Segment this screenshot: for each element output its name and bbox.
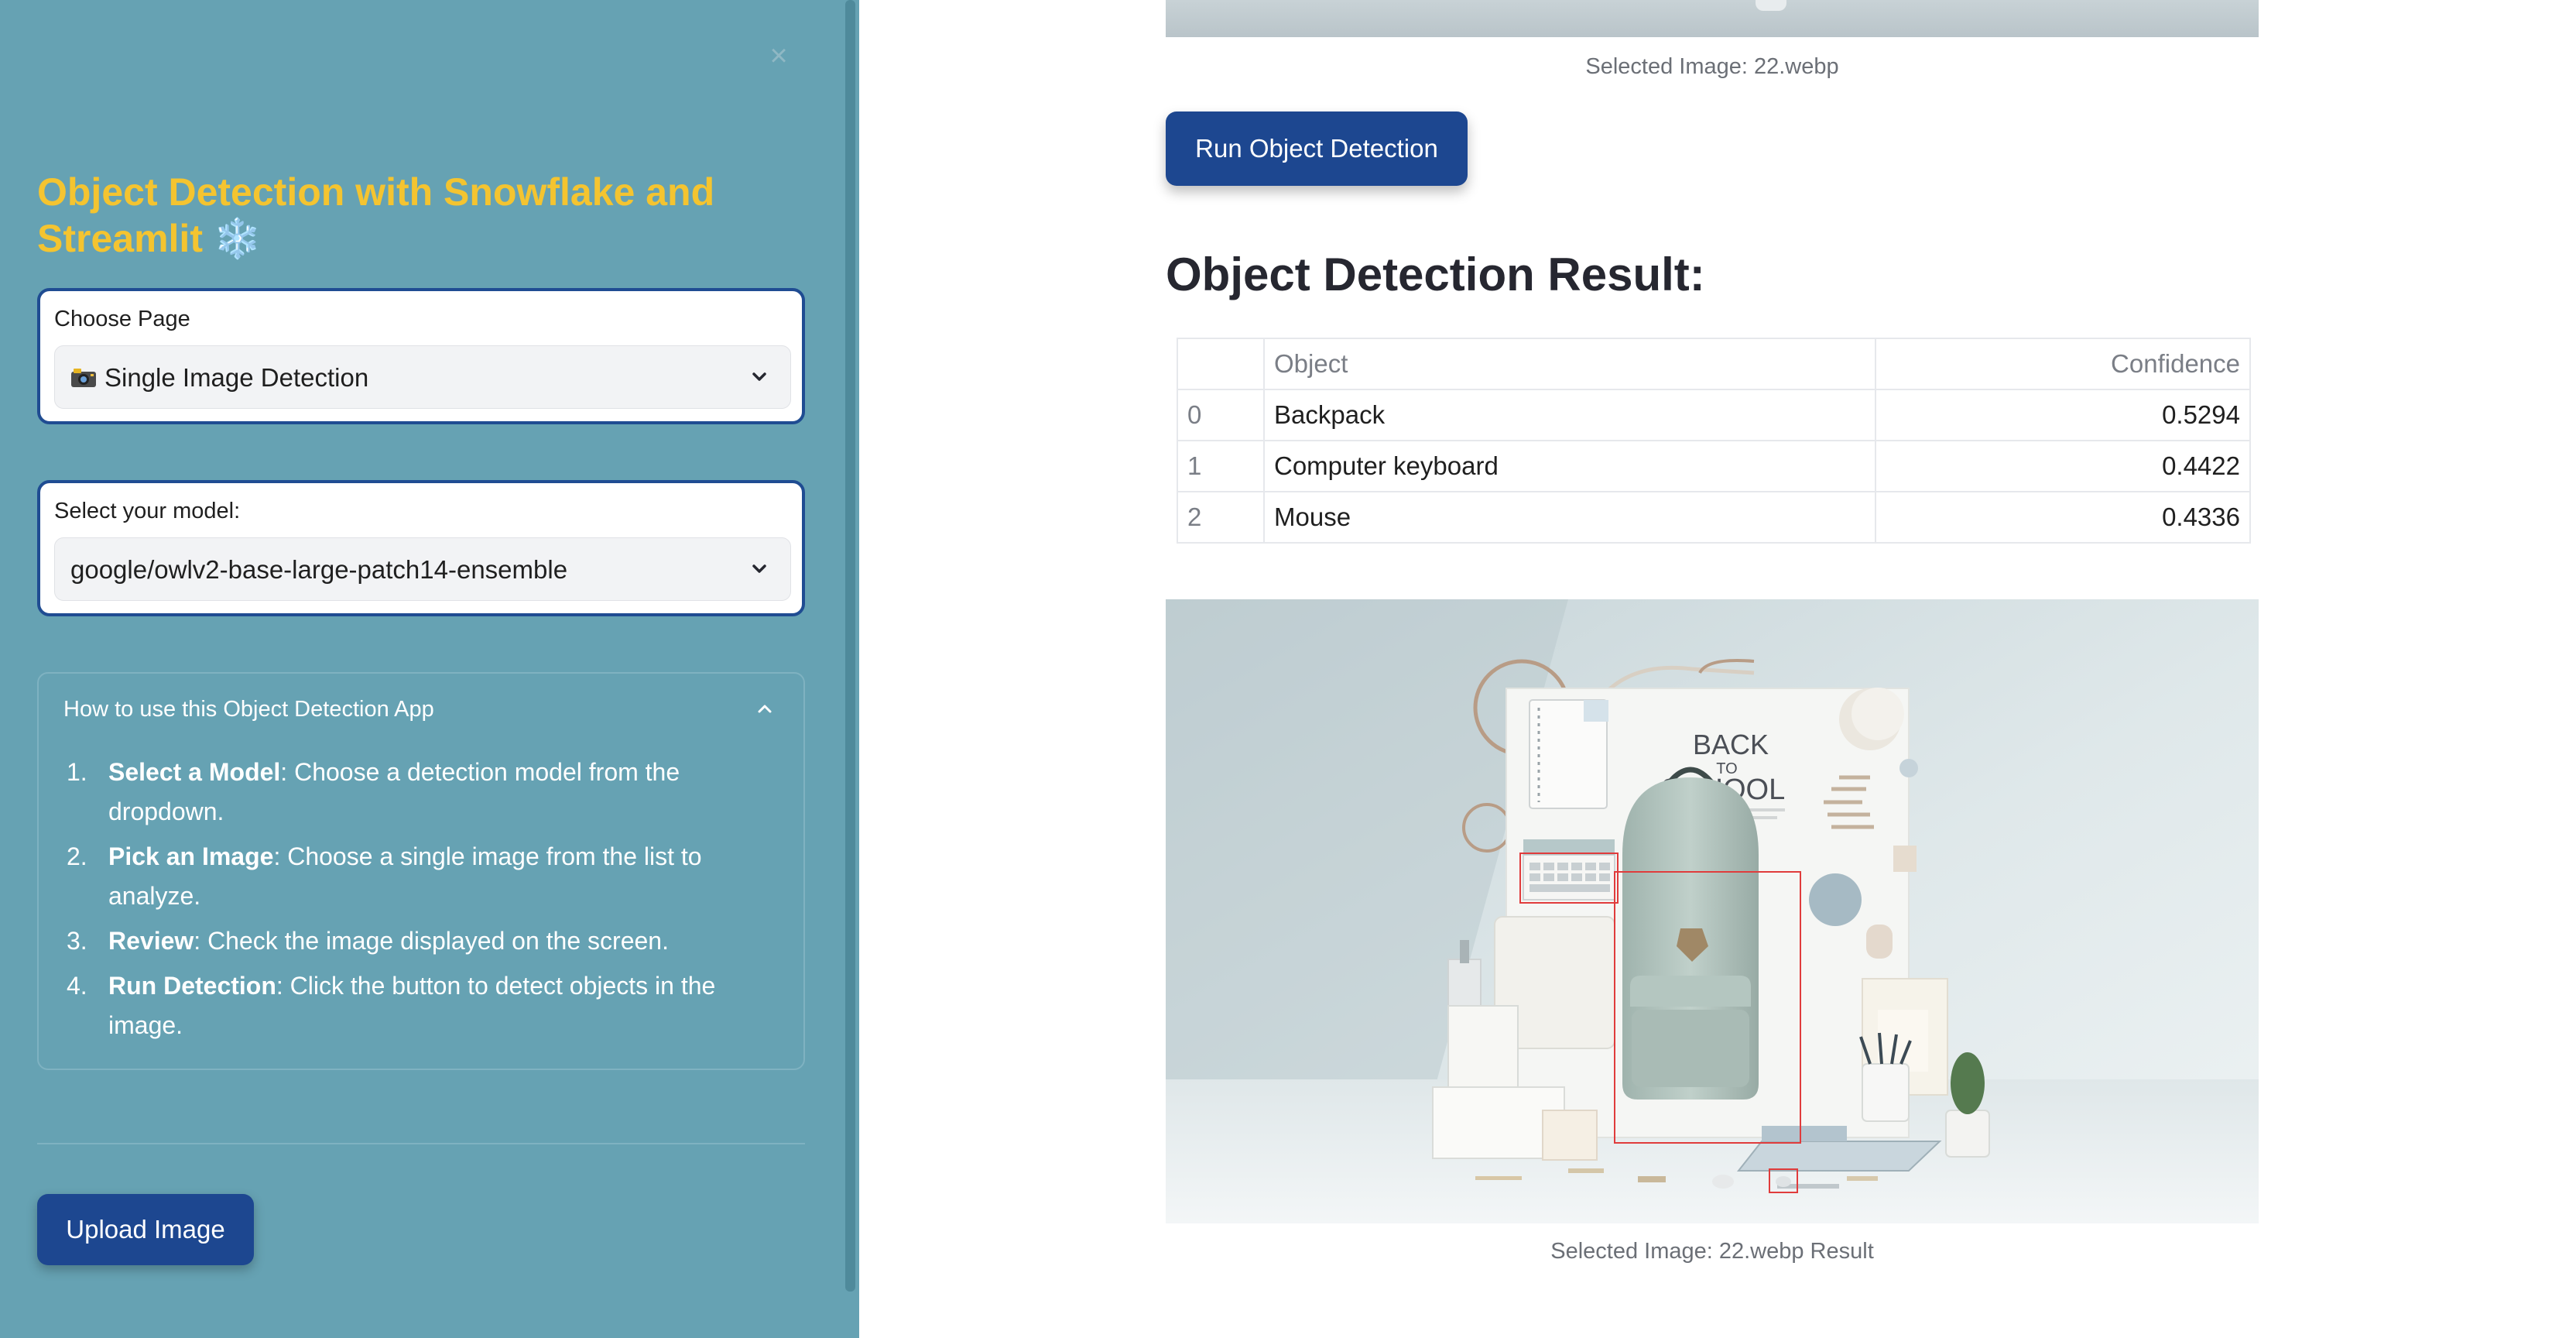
poster-text-back: BACK [1693, 729, 1769, 760]
howto-step: 2. Pick an Image: Choose a single image … [39, 837, 766, 916]
table-row: 2 Mouse 0.4336 [1177, 491, 2251, 544]
table-header-row: Object Confidence [1177, 338, 2251, 390]
step-text-cont: dropdown. [108, 798, 224, 825]
step-text-cont: analyze. [108, 882, 201, 910]
image-detail [1756, 0, 1786, 11]
column-header-object[interactable]: Object [1263, 338, 1876, 390]
choose-page-select[interactable]: Single Image Detection [54, 345, 791, 409]
chevron-up-icon[interactable] [752, 698, 777, 720]
howto-expander: How to use this Object Detection App 1. … [37, 672, 805, 1070]
choose-page-value-text: Single Image Detection [104, 363, 369, 392]
step-text: : Choose a detection model from the [280, 758, 680, 786]
close-icon[interactable]: × [765, 40, 793, 71]
model-select-value: google/owlv2-base-large-patch14-ensemble [70, 555, 568, 584]
step-title: Select a Model [108, 758, 281, 786]
step-text: : Choose a single image from the list to [273, 842, 702, 870]
step-title: Run Detection [108, 972, 276, 1000]
step-text: : Click the button to detect objects in … [276, 972, 716, 1000]
column-header-index[interactable] [1177, 338, 1265, 390]
result-image: BACK TO SCHOOL [1166, 599, 2259, 1223]
step-number: 2. [67, 842, 87, 870]
app-title: Object Detection with Snowflake and Stre… [37, 169, 765, 262]
table-row: 0 Backpack 0.5294 [1177, 389, 2251, 441]
selected-image-caption: Selected Image: 22.webp [1585, 54, 1839, 79]
step-title: Pick an Image [108, 842, 274, 870]
howto-header[interactable]: How to use this Object Detection App [63, 697, 434, 722]
step-title: Review [108, 927, 194, 955]
detection-result-illustration: BACK TO SCHOOL [1166, 599, 2259, 1223]
sidebar-divider [37, 1143, 805, 1144]
selected-image-preview [1166, 0, 2259, 37]
result-heading: Object Detection Result: [1166, 249, 1705, 300]
step-number: 4. [67, 972, 87, 1000]
sidebar: × Object Detection with Snowflake and St… [0, 0, 859, 1338]
howto-step: 3. Review: Check the image displayed on … [39, 921, 766, 961]
run-object-detection-button[interactable]: Run Object Detection [1166, 112, 1468, 186]
howto-step: 1. Select a Model: Choose a detection mo… [39, 753, 766, 832]
choose-page-card: Choose Page Single Image Detection [37, 288, 805, 424]
step-text-cont: image. [108, 1011, 183, 1039]
row-confidence: 0.4336 [1875, 491, 2251, 544]
model-select-label: Select your model: [54, 499, 241, 523]
howto-steps: 1. Select a Model: Choose a detection mo… [39, 753, 766, 1051]
row-confidence: 0.4422 [1875, 440, 2251, 492]
row-confidence: 0.5294 [1875, 389, 2251, 441]
camera-icon [71, 369, 96, 387]
app-title-line2: Streamlit ❄️ [37, 217, 262, 260]
step-number: 3. [67, 927, 87, 955]
choose-page-label: Choose Page [54, 307, 190, 331]
chevron-down-icon [752, 372, 766, 381]
row-object: Mouse [1263, 491, 1876, 544]
row-index: 2 [1177, 491, 1265, 544]
row-object: Backpack [1263, 389, 1876, 441]
row-index: 1 [1177, 440, 1265, 492]
column-header-confidence[interactable]: Confidence [1875, 338, 2251, 390]
model-select[interactable]: google/owlv2-base-large-patch14-ensemble [54, 537, 791, 601]
result-image-caption: Selected Image: 22.webp Result [1550, 1239, 1874, 1264]
table-row: 1 Computer keyboard 0.4422 [1177, 440, 2251, 492]
step-text: : Check the image displayed on the scree… [194, 927, 669, 955]
app-title-line1: Object Detection with Snowflake and [37, 170, 715, 214]
upload-image-button[interactable]: Upload Image [37, 1194, 254, 1265]
choose-page-value: Single Image Detection [70, 363, 368, 393]
sidebar-scrollbar[interactable] [845, 0, 855, 1292]
step-number: 1. [67, 758, 87, 786]
chevron-down-icon [752, 564, 766, 573]
row-object: Computer keyboard [1263, 440, 1876, 492]
howto-step: 4. Run Detection: Click the button to de… [39, 966, 766, 1045]
row-index: 0 [1177, 389, 1265, 441]
model-select-card: Select your model: google/owlv2-base-lar… [37, 480, 805, 616]
result-table: Object Confidence 0 Backpack 0.5294 1 Co… [1177, 338, 2251, 544]
